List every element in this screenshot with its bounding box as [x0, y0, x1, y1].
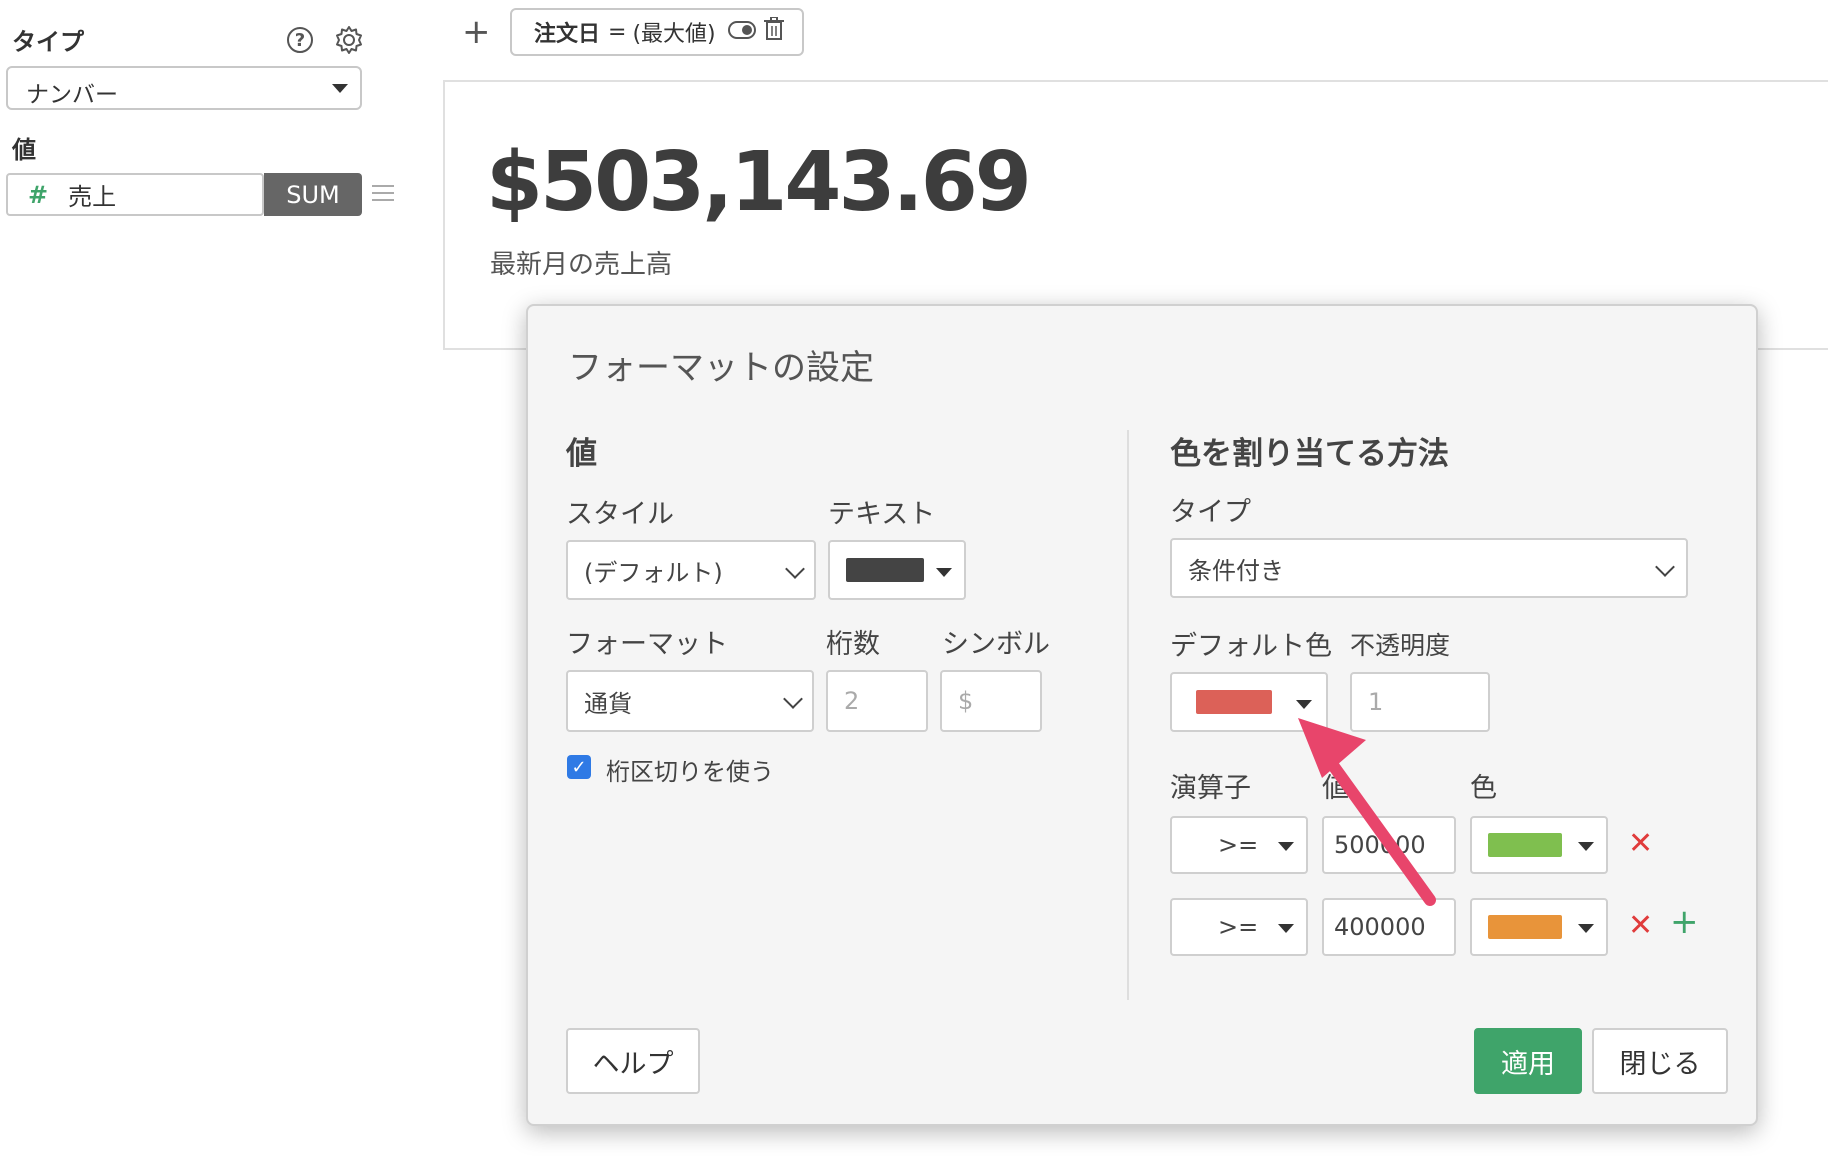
caret-down-icon	[936, 568, 952, 577]
color-type-select[interactable]: 条件付き	[1170, 538, 1688, 598]
type-label: タイプ	[12, 28, 84, 56]
remove-rule-icon[interactable]: ✕	[1628, 826, 1653, 861]
value-field-name: 売上	[68, 183, 117, 211]
style-select[interactable]: (デフォルト)	[566, 540, 816, 600]
filter-value: (最大値)	[632, 22, 716, 47]
apply-button[interactable]: 適用	[1474, 1028, 1582, 1094]
format-select-value: 通貨	[584, 689, 632, 718]
separator-checkbox[interactable]: ✓	[567, 755, 591, 779]
rule-color-swatch	[1488, 915, 1562, 939]
format-select[interactable]: 通貨	[566, 670, 814, 732]
rule-color-label: 色	[1470, 773, 1497, 804]
digits-label: 桁数	[826, 629, 880, 660]
toggle-icon[interactable]	[727, 20, 756, 45]
style-label: スタイル	[566, 499, 674, 530]
format-label: フォーマット	[566, 629, 728, 660]
chevron-down-icon	[1655, 557, 1675, 577]
gear-icon[interactable]	[334, 25, 364, 55]
close-button[interactable]: 閉じる	[1592, 1028, 1728, 1094]
rule-color-swatch	[1488, 833, 1562, 857]
trash-icon[interactable]	[763, 16, 784, 47]
chevron-down-icon	[783, 689, 803, 709]
chevron-down-icon	[785, 559, 805, 579]
value-field[interactable]: # 売上	[6, 173, 264, 216]
value-label: 値	[12, 136, 36, 164]
caret-down-icon	[1278, 924, 1294, 933]
aggregation-button[interactable]: SUM	[264, 173, 362, 216]
value-section-title: 値	[566, 436, 597, 472]
default-color-swatch	[1196, 690, 1272, 714]
text-label: テキスト	[828, 499, 936, 530]
default-color-label: デフォルト色	[1170, 631, 1332, 662]
opacity-label: 不透明度	[1350, 631, 1451, 660]
kpi-subtitle: 最新月の売上高	[490, 250, 673, 280]
caret-down-icon	[332, 84, 348, 93]
rule-color-picker[interactable]	[1470, 816, 1608, 874]
symbol-input[interactable]: $	[940, 670, 1042, 732]
style-select-value: (デフォルト)	[584, 558, 723, 587]
text-color-swatch	[846, 558, 924, 582]
type-select[interactable]: ナンバー	[6, 66, 362, 110]
digits-input[interactable]: 2	[826, 670, 928, 732]
rule-operator-value: >=	[1218, 913, 1259, 941]
color-type-label: タイプ	[1170, 497, 1251, 528]
hamburger-icon[interactable]	[372, 183, 394, 203]
dialog-title: フォーマットの設定	[568, 348, 874, 388]
type-select-value: ナンバー	[26, 82, 118, 108]
filter-operator: =	[608, 19, 627, 45]
number-type-icon: #	[28, 180, 49, 209]
caret-down-icon	[1578, 842, 1594, 851]
help-icon[interactable]: ?	[287, 27, 313, 53]
text-color-picker[interactable]	[828, 540, 966, 600]
column-divider	[1127, 430, 1129, 1000]
help-button[interactable]: ヘルプ	[566, 1028, 700, 1094]
kpi-value: $503,143.69	[486, 135, 1032, 230]
annotation-arrow-icon	[1298, 718, 1436, 906]
filter-chip[interactable]: 注文日 = (最大値)	[510, 8, 804, 56]
rule-color-picker[interactable]	[1470, 898, 1608, 956]
operator-label: 演算子	[1170, 773, 1251, 804]
caret-down-icon	[1578, 924, 1594, 933]
add-filter-button[interactable]: +	[462, 12, 491, 52]
remove-rule-icon[interactable]: ✕	[1628, 908, 1653, 943]
color-section-title: 色を割り当てる方法	[1170, 436, 1449, 472]
rule-operator-value: >=	[1218, 831, 1259, 859]
add-rule-icon[interactable]: +	[1670, 902, 1699, 942]
filter-field: 注文日	[534, 22, 601, 47]
separator-label: 桁区切りを使う	[606, 758, 774, 786]
symbol-label: シンボル	[942, 629, 1050, 660]
color-type-value: 条件付き	[1188, 556, 1284, 585]
